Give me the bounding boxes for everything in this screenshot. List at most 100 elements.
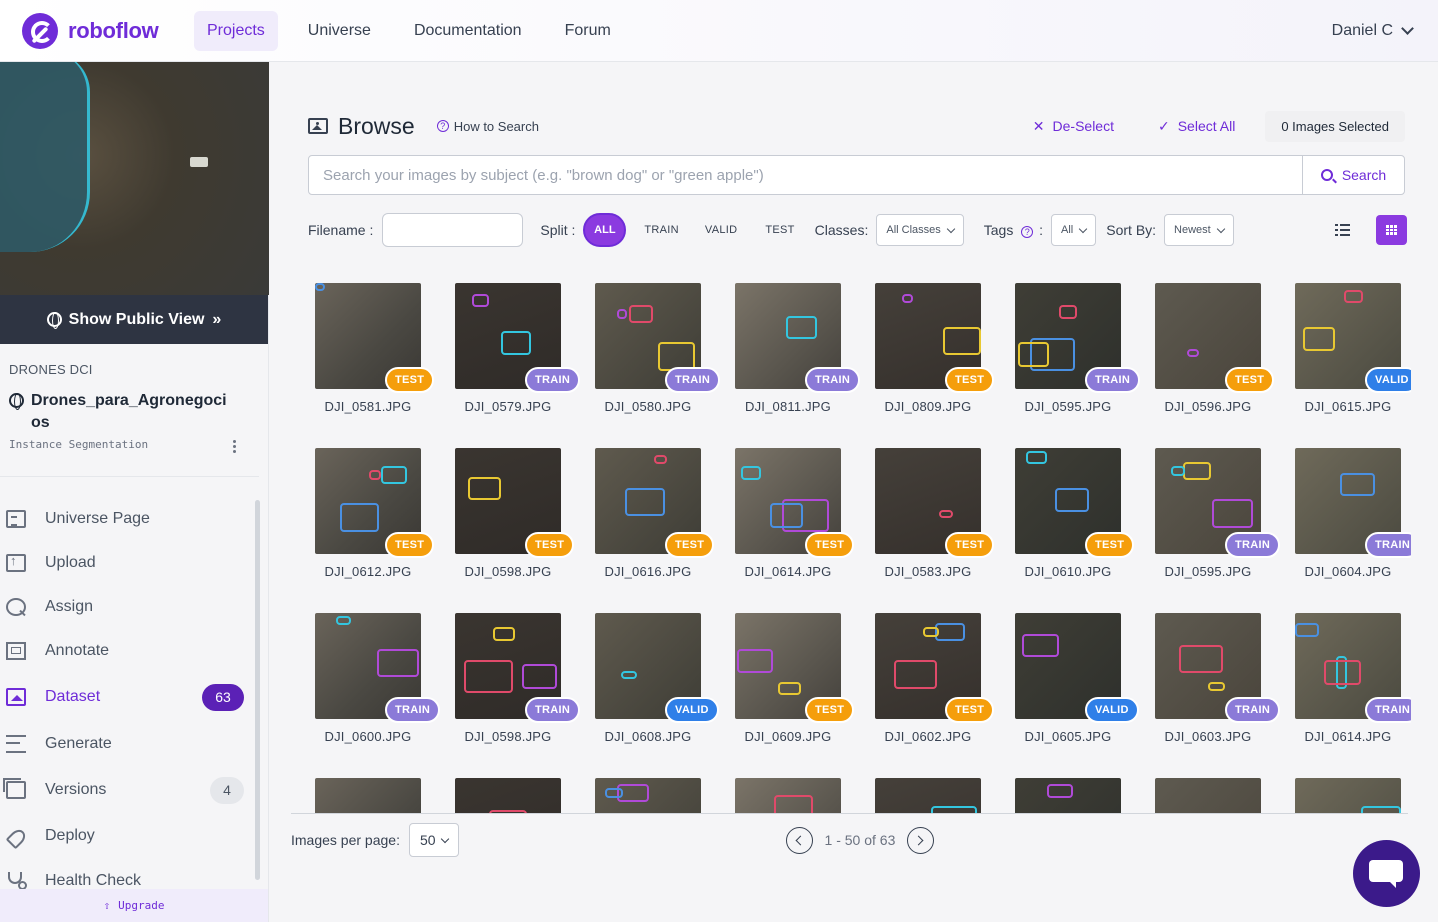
sidebar-item-assign[interactable]: Assign (0, 585, 256, 629)
per-page-label: Images per page: (291, 832, 400, 848)
sidebar-item-versions[interactable]: Versions 4 (0, 767, 256, 813)
image-card[interactable] (1271, 770, 1411, 813)
image-card[interactable]: TEST DJI_0809.JPG (851, 275, 995, 435)
image-thumbnail[interactable] (455, 778, 561, 813)
split-badge: TEST (805, 532, 855, 558)
workspace-name: DRONES DCI (9, 362, 93, 377)
main-content: Browse ? How to Search ✕ De-Select ✓ Selec… (270, 63, 1438, 922)
sidebar-scrollbar[interactable] (255, 500, 260, 880)
image-card[interactable]: TEST DJI_0596.JPG (1131, 275, 1275, 435)
image-card[interactable]: TEST DJI_0602.JPG (851, 605, 995, 765)
previous-page-button[interactable] (785, 826, 813, 854)
image-card[interactable]: TRAIN DJI_0614.JPG (1271, 605, 1411, 765)
roboflow-logo[interactable]: roboflow (22, 12, 194, 49)
grid-view-icon[interactable] (1376, 215, 1407, 245)
image-card[interactable]: TRAIN DJI_0579.JPG (431, 275, 581, 435)
image-card[interactable] (1131, 770, 1271, 813)
image-card[interactable]: TRAIN DJI_0811.JPG (711, 275, 861, 435)
image-card[interactable]: TEST DJI_0612.JPG (291, 440, 435, 600)
image-card[interactable]: TEST DJI_0616.JPG (571, 440, 715, 600)
sidebar-item-universe-page[interactable]: Universe Page (0, 497, 256, 541)
versions-count-badge: 4 (210, 776, 244, 804)
image-thumbnail[interactable] (315, 778, 421, 813)
image-thumbnail[interactable] (1015, 778, 1121, 813)
classes-dropdown[interactable]: All Classes (876, 214, 964, 246)
select-all-button[interactable]: ✓ Select All (1158, 118, 1235, 135)
image-card[interactable] (991, 770, 1131, 813)
check-icon: ✓ (1157, 117, 1170, 134)
image-thumbnail[interactable] (875, 778, 981, 813)
sidebar-item-deploy[interactable]: Deploy (0, 813, 256, 859)
image-filename: DJI_0595.JPG (1164, 564, 1252, 579)
image-card[interactable]: TRAIN DJI_0603.JPG (1131, 605, 1281, 765)
page-title: Browse (338, 112, 415, 139)
image-gallery-icon (308, 118, 328, 134)
sidebar-item-dataset[interactable]: Dataset 63 (0, 673, 256, 721)
project-cover-image (0, 62, 269, 295)
search-button[interactable]: Search (1302, 156, 1404, 194)
image-card[interactable]: TRAIN DJI_0595.JPG (991, 275, 1141, 435)
split-train-button[interactable]: TRAIN (644, 224, 679, 236)
image-filename: DJI_0581.JPG (324, 399, 412, 414)
image-filename: DJI_0608.JPG (604, 729, 692, 744)
top-nav: roboflow Projects Universe Documentation… (0, 0, 1438, 62)
user-menu[interactable]: Daniel C (1332, 22, 1414, 40)
image-card[interactable]: VALID DJI_0615.JPG (1271, 275, 1411, 435)
image-card[interactable]: VALID DJI_0608.JPG (571, 605, 719, 765)
image-card[interactable]: TEST DJI_0609.JPG (711, 605, 855, 765)
help-icon[interactable]: ? (1021, 226, 1034, 238)
image-card[interactable]: TRAIN DJI_0604.JPG (1271, 440, 1411, 600)
search-input[interactable] (309, 156, 1302, 194)
nav-forum[interactable]: Forum (552, 11, 624, 51)
image-card[interactable] (291, 770, 431, 813)
list-view-icon[interactable] (1335, 223, 1353, 237)
split-test-button[interactable]: TEST (765, 224, 794, 236)
how-to-search-link[interactable]: ? How to Search (436, 119, 539, 134)
image-filename: DJI_0616.JPG (604, 564, 692, 579)
image-thumbnail[interactable] (595, 778, 701, 813)
split-badge: TEST (525, 532, 575, 558)
image-card[interactable]: TRAIN DJI_0580.JPG (571, 275, 721, 435)
image-card[interactable]: TRAIN DJI_0598.JPG (431, 605, 581, 765)
split-all-button[interactable]: ALL (583, 213, 627, 247)
split-badge: TRAIN (1365, 697, 1411, 723)
image-thumbnail[interactable] (1295, 778, 1401, 813)
image-card[interactable]: TEST DJI_0583.JPG (851, 440, 995, 600)
sidebar-item-generate[interactable]: Generate (0, 721, 256, 767)
image-card[interactable]: TEST DJI_0598.JPG (431, 440, 575, 600)
image-filename: DJI_0605.JPG (1024, 729, 1112, 744)
image-thumbnail[interactable] (735, 778, 841, 813)
more-options-icon[interactable] (233, 440, 237, 454)
nav-universe[interactable]: Universe (295, 11, 384, 51)
filename-input[interactable] (382, 213, 524, 247)
image-card[interactable]: TRAIN DJI_0600.JPG (291, 605, 441, 765)
sidebar-item-upload[interactable]: Upload (0, 541, 256, 585)
tags-dropdown[interactable]: All (1051, 214, 1097, 246)
project-type: Instance Segmentation (9, 438, 149, 451)
split-valid-button[interactable]: VALID (705, 224, 737, 236)
divider (291, 813, 1408, 814)
sidebar-item-annotate[interactable]: Annotate (0, 629, 256, 673)
chat-icon[interactable] (1353, 840, 1420, 907)
versions-icon (3, 778, 26, 799)
nav-projects[interactable]: Projects (194, 10, 278, 51)
upgrade-button[interactable]: ⇧ Upgrade (0, 889, 268, 922)
image-card[interactable]: TEST DJI_0581.JPG (291, 275, 435, 435)
image-filename: DJI_0600.JPG (324, 729, 412, 744)
image-card[interactable]: TEST DJI_0614.JPG (711, 440, 855, 600)
next-page-button[interactable] (907, 826, 935, 854)
nav-documentation[interactable]: Documentation (401, 11, 535, 51)
image-card[interactable] (431, 770, 571, 813)
image-thumbnail[interactable] (1155, 778, 1261, 813)
image-card[interactable]: TRAIN DJI_0595.JPG (1131, 440, 1281, 600)
image-card[interactable] (711, 770, 851, 813)
sort-dropdown[interactable]: Newest (1164, 214, 1234, 246)
image-card[interactable]: TEST DJI_0610.JPG (991, 440, 1135, 600)
image-card[interactable]: VALID DJI_0605.JPG (991, 605, 1139, 765)
per-page-dropdown[interactable]: 50 (408, 823, 459, 857)
deselect-button[interactable]: ✕ De-Select (1033, 118, 1114, 135)
image-filename: DJI_0598.JPG (464, 564, 552, 579)
show-public-view-button[interactable]: Show Public View » (0, 295, 268, 344)
image-card[interactable] (571, 770, 711, 813)
image-card[interactable] (851, 770, 991, 813)
